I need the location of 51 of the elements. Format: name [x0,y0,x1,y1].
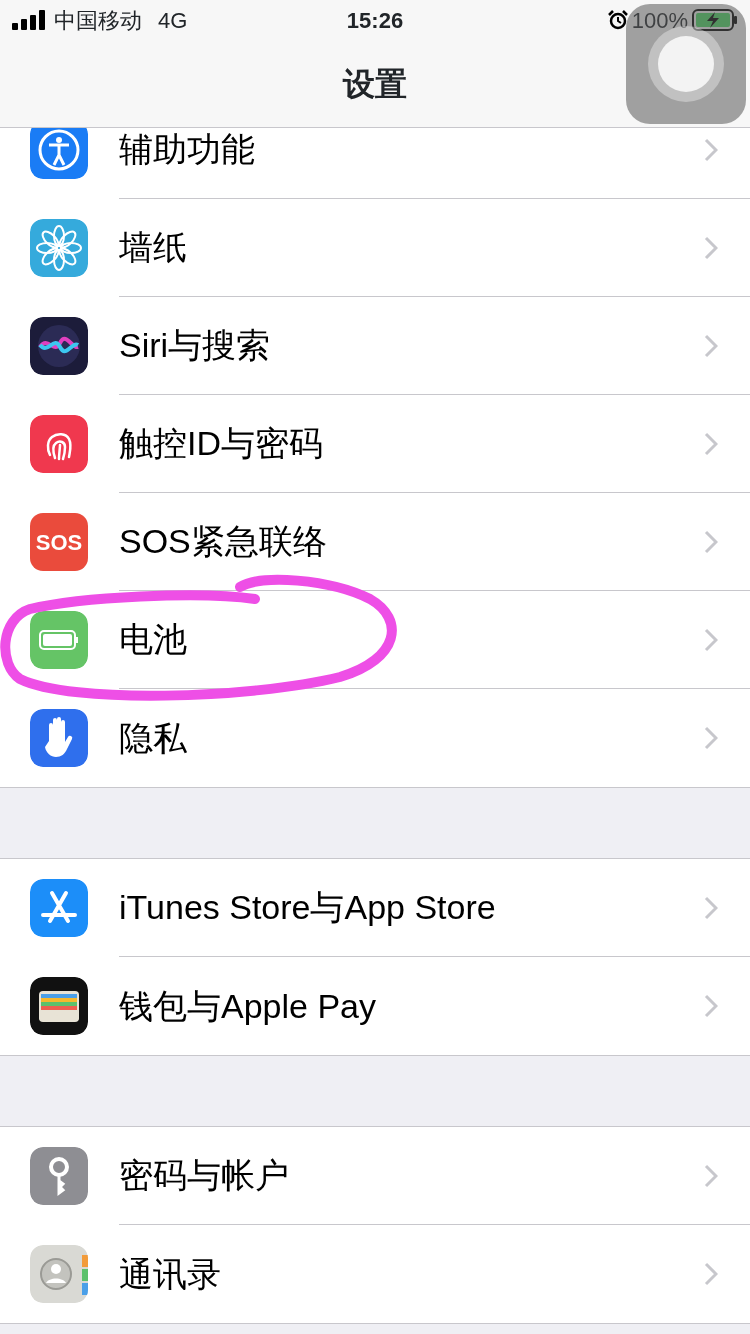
row-label: iTunes Store与App Store [119,887,496,928]
contacts-icon [30,1245,88,1303]
row-label: 隐私 [119,717,187,759]
network-type: 4G [158,6,188,35]
chevron-icon [704,994,718,1018]
row-label: 密码与帐户 [119,1155,289,1196]
chevron-icon [704,1163,718,1188]
hand-icon [30,709,88,767]
siri-orb-icon [30,317,88,375]
settings-row[interactable]: 触控ID与密码 [0,395,750,493]
status-time: 15:26 [346,6,404,35]
signal-icon [12,10,46,30]
settings-row[interactable]: 电池 [0,591,750,689]
row-label: 辅助功能 [119,129,255,170]
chevron-icon [704,529,718,554]
carrier-name: 中国移动 [54,6,142,35]
sos-icon: SOS [30,513,88,571]
row-label: 触控ID与密码 [119,423,323,464]
fingerprint-icon [30,415,88,473]
row-label: 电池 [119,619,187,660]
battery-charging-icon [692,9,738,31]
settings-row[interactable]: SOS SOS紧急联络 [0,493,750,591]
settings-row[interactable]: 辅助功能 [0,128,750,199]
chevron-icon [704,1262,718,1286]
key-icon [30,1147,88,1205]
row-label: Siri与搜索 [119,325,271,366]
wallet-icon [30,977,88,1035]
settings-row[interactable]: 隐私 [0,689,750,787]
chevron-icon [704,726,718,750]
settings-row[interactable]: 墙纸 [0,199,750,297]
alarm-icon [607,10,628,30]
settings-row[interactable]: 钱包与Apple Pay [0,957,750,1055]
settings-row[interactable]: Siri与搜索 [0,297,750,395]
flower-icon [30,219,88,277]
chevron-icon [704,431,718,456]
screen-title: 设置 [343,64,407,104]
battery-percent: 100% [631,6,688,35]
row-label: 钱包与Apple Pay [119,985,376,1027]
row-label: SOS紧急联络 [119,521,327,562]
row-label: 墙纸 [119,227,187,268]
settings-row[interactable]: iTunes Store与App Store [0,859,750,957]
chevron-icon [704,235,718,260]
chevron-icon [704,333,718,358]
chevron-icon [704,137,718,162]
battery-icon [30,611,88,669]
chevron-icon [704,627,718,652]
settings-row[interactable]: 密码与帐户 [0,1127,750,1225]
settings-row[interactable]: 通讯录 [0,1225,750,1323]
row-label: 通讯录 [119,1253,221,1295]
chevron-icon [704,895,718,920]
app-store-icon [30,879,88,937]
